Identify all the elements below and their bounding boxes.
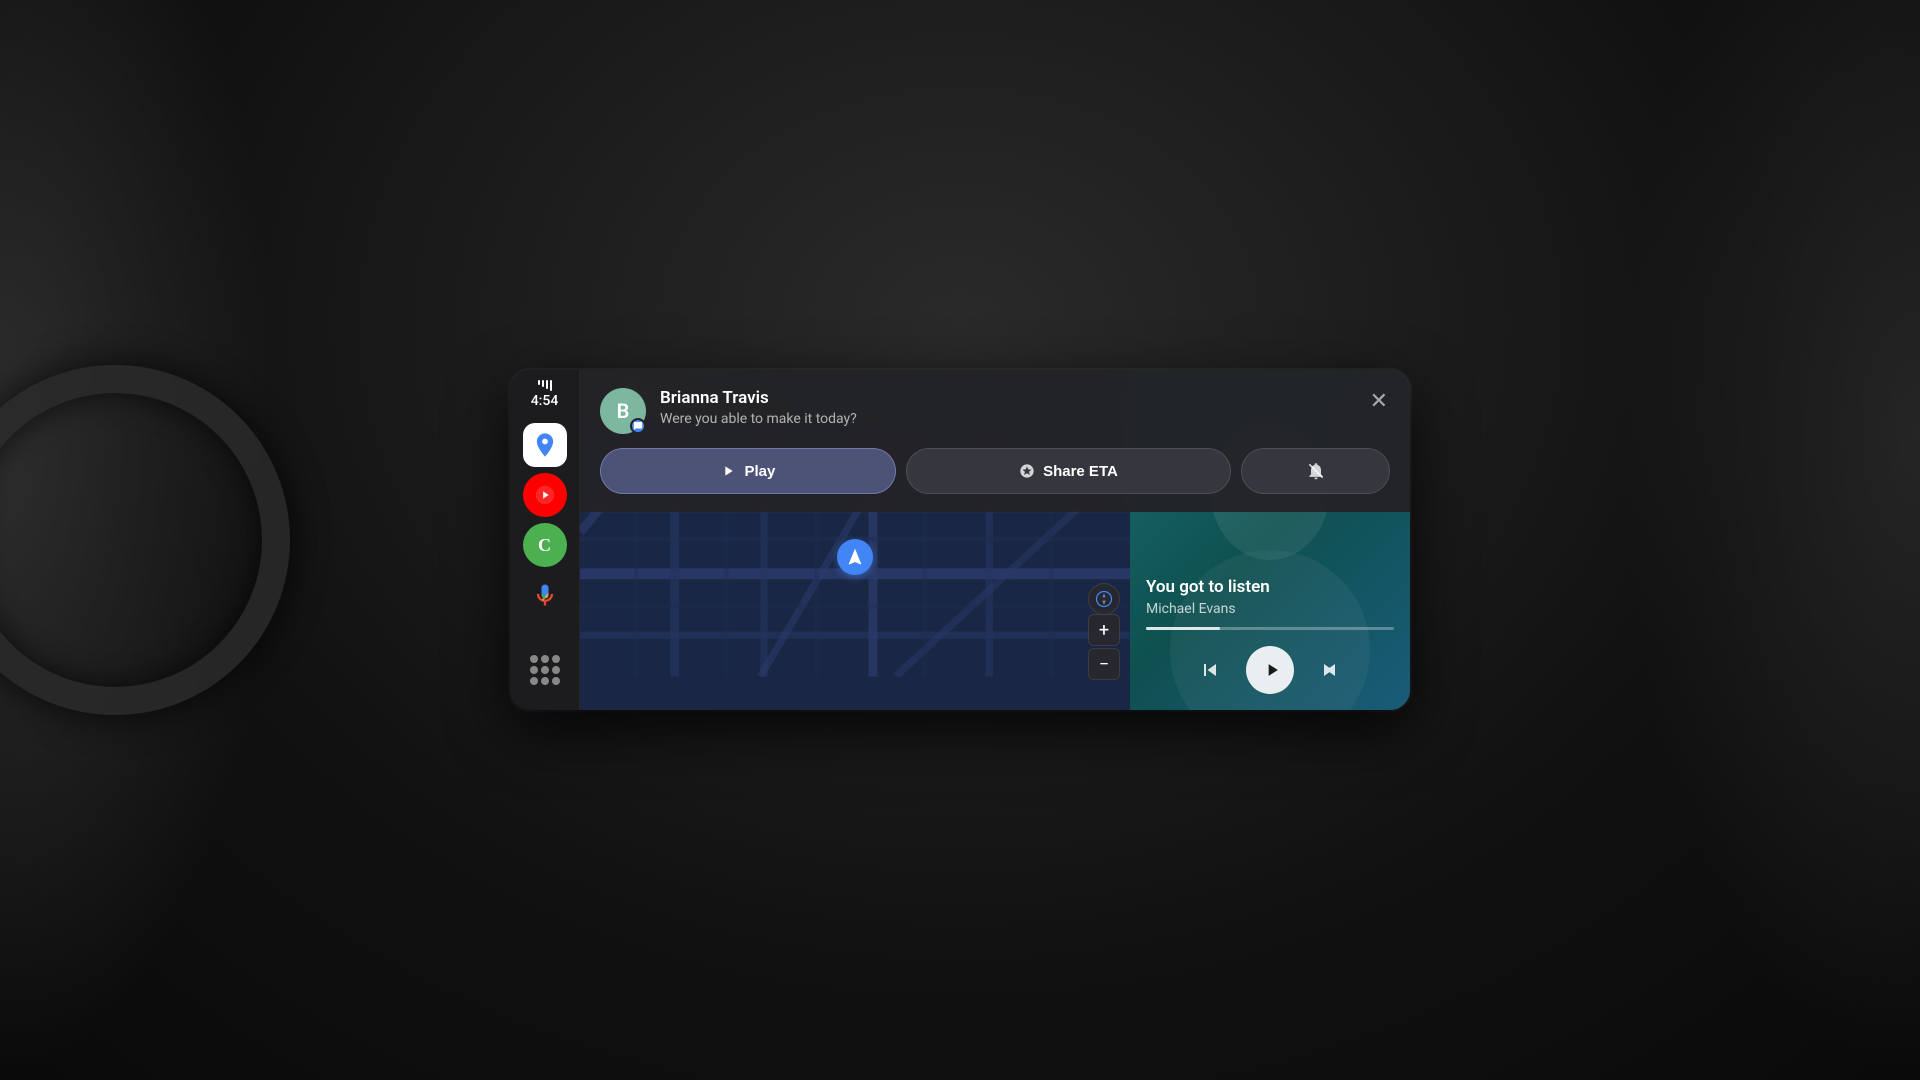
notification-mute-button[interactable] — [1241, 448, 1390, 494]
sidebar-item-phone[interactable]: C — [523, 523, 567, 567]
notification-actions: Play Share ETA — [600, 448, 1390, 494]
sidebar-item-assistant[interactable] — [523, 573, 567, 617]
notification-share-eta-button[interactable]: Share ETA — [906, 448, 1231, 494]
avatar-badge — [630, 418, 646, 434]
android-auto-display: 4:54 C — [510, 370, 1410, 710]
sidebar-app-grid[interactable] — [523, 648, 567, 692]
notification-header: B Brianna Travis Were you able to make i… — [600, 388, 1390, 434]
map-zoom-in[interactable]: + — [1088, 614, 1120, 646]
notification-play-button[interactable]: Play — [600, 448, 896, 494]
music-artist: Michael Evans — [1146, 601, 1394, 617]
map-zoom-out[interactable]: − — [1088, 648, 1120, 680]
music-info: You got to listen Michael Evans — [1146, 577, 1394, 630]
music-controls — [1146, 646, 1394, 694]
music-play-button[interactable] — [1246, 646, 1294, 694]
music-prev-button[interactable] — [1198, 658, 1222, 682]
sidebar: 4:54 C — [510, 370, 580, 710]
navigation-arrow — [837, 539, 873, 575]
map-controls: + − — [1088, 614, 1120, 680]
notification-close-button[interactable]: ✕ — [1368, 388, 1390, 414]
music-next-button[interactable] — [1318, 658, 1342, 682]
share-eta-button-label: Share ETA — [1043, 463, 1118, 480]
time-display: 4:54 — [531, 393, 559, 409]
contact-avatar: B — [600, 388, 646, 434]
map-compass[interactable] — [1088, 583, 1120, 615]
play-button-label: Play — [744, 463, 775, 480]
notification-text: Brianna Travis Were you able to make it … — [660, 388, 1346, 427]
music-title: You got to listen — [1146, 577, 1394, 597]
notification-overlay: B Brianna Travis Were you able to make i… — [580, 370, 1410, 512]
contact-name: Brianna Travis — [660, 388, 1346, 408]
notification-message: Were you able to make it today? — [660, 411, 1346, 427]
sidebar-item-maps[interactable] — [523, 423, 567, 467]
music-progress-bar — [1146, 627, 1394, 630]
sidebar-item-youtube-music[interactable] — [523, 473, 567, 517]
music-progress-fill — [1146, 627, 1220, 630]
